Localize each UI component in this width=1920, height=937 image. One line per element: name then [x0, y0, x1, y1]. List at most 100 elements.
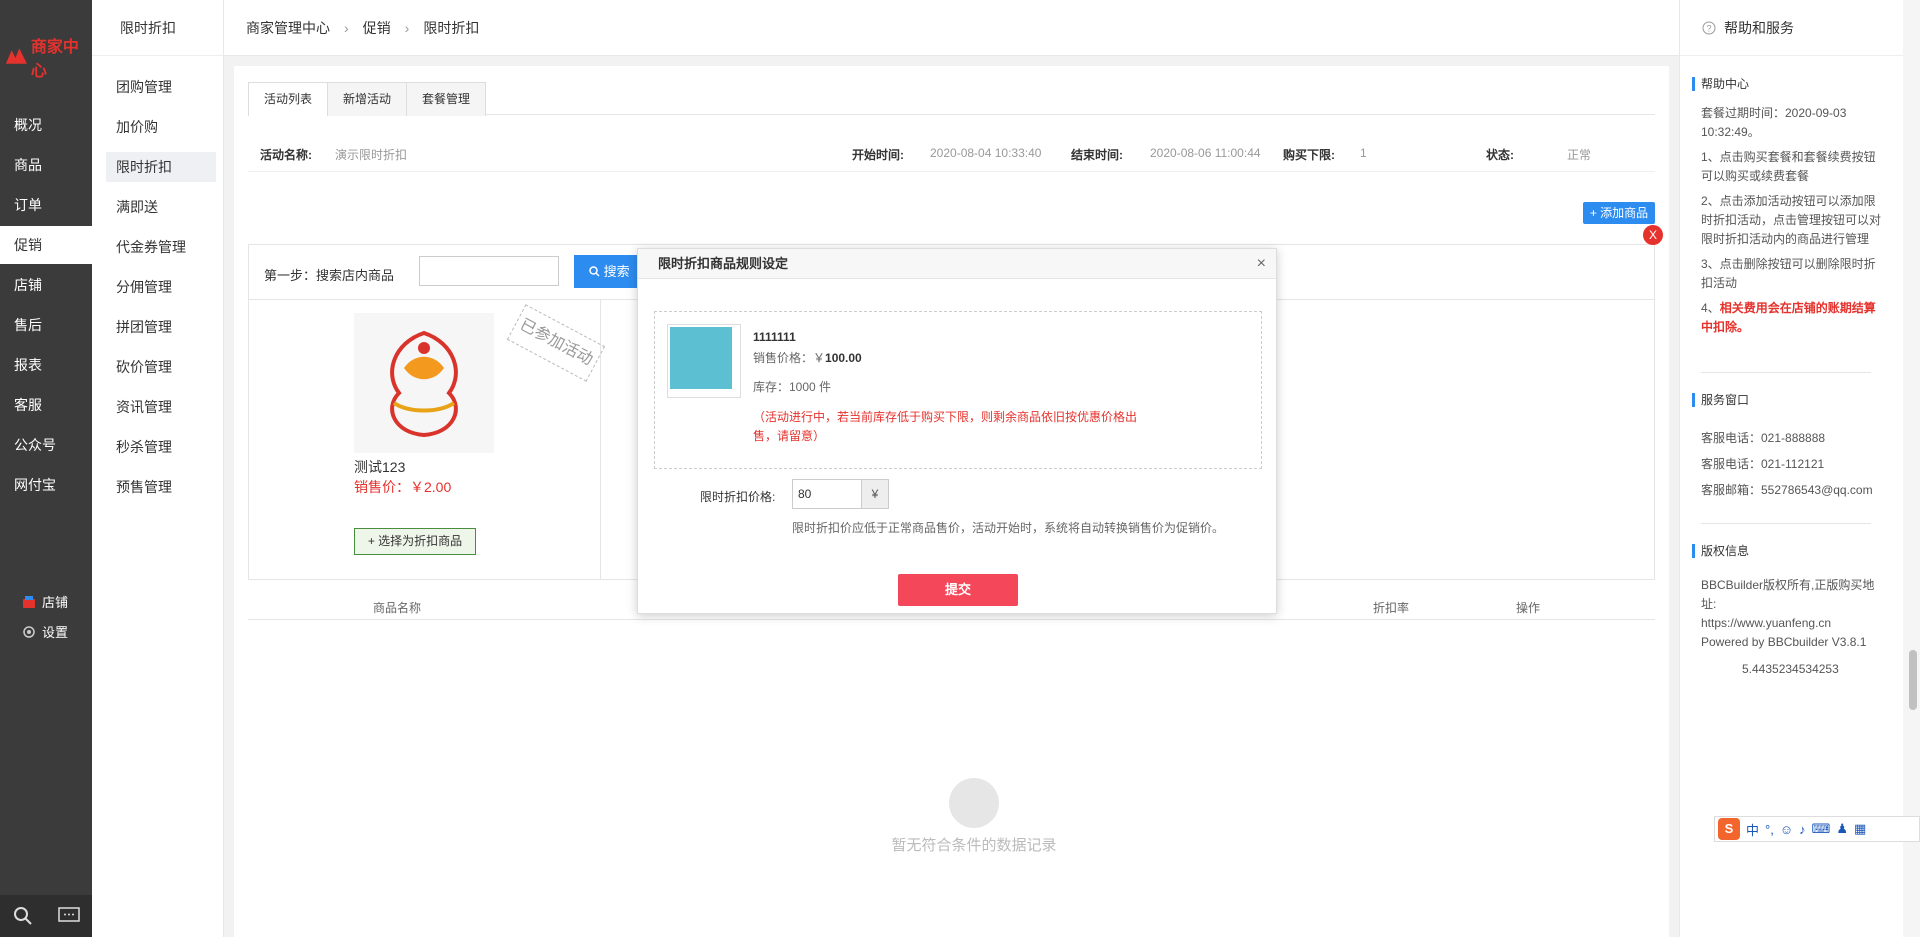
help-header-title: 帮助和服务 — [1724, 19, 1794, 36]
nav-aftersale[interactable]: 售后 — [0, 306, 92, 344]
sidebar-settings-link[interactable]: 设置 — [22, 622, 68, 641]
emoji-icon[interactable]: ☺ — [1780, 822, 1793, 837]
help-line: 3、点击删除按钮可以删除限时折扣活动 — [1701, 257, 1876, 290]
microphone-icon[interactable]: ♪ — [1799, 822, 1806, 837]
nav-goods[interactable]: 商品 — [0, 146, 92, 184]
help-line-fee: 4、相关费用会在店铺的账期结算中扣除。 — [1692, 299, 1882, 337]
modal-close-button[interactable]: × — [1257, 255, 1266, 273]
nav-customer-service[interactable]: 客服 — [0, 386, 92, 424]
subnav-news[interactable]: 资讯管理 — [106, 392, 216, 422]
product-image — [667, 324, 741, 398]
close-badge[interactable]: X — [1643, 225, 1663, 245]
product-image-fill — [670, 327, 732, 389]
start-time-label: 开始时间: — [852, 148, 904, 162]
subnav-presale[interactable]: 预售管理 — [106, 472, 216, 502]
help-center-title: 帮助中心 — [1692, 77, 1882, 91]
help-line: 1、点击购买套餐和套餐续费按钮可以购买或续费套餐 — [1701, 150, 1876, 183]
breadcrumb-merchant-center[interactable]: 商家管理中心 — [246, 18, 330, 38]
end-time-value: 2020-08-06 11:00:44 — [1150, 146, 1261, 160]
subnav-voucher[interactable]: 代金券管理 — [106, 232, 216, 262]
version-number: 5.4435234534253 — [1742, 662, 1839, 676]
sidebar-bottom-bar — [0, 895, 92, 937]
skin-icon[interactable]: ♟ — [1836, 821, 1848, 837]
search-icon — [589, 266, 600, 277]
nav-reports[interactable]: 报表 — [0, 346, 92, 384]
sub-navigation: 限时折扣 团购管理 加价购 限时折扣 满即送 代金券管理 分佣管理 拼团管理 砍… — [92, 0, 224, 937]
discount-price-input[interactable]: 80 — [792, 479, 862, 509]
subnav-commission[interactable]: 分佣管理 — [106, 272, 216, 302]
nav-orders[interactable]: 订单 — [0, 186, 92, 224]
tab-package-manage[interactable]: 套餐管理 — [406, 82, 487, 116]
service-phone-2: 客服电话：021-112121 — [1701, 457, 1825, 471]
subnav-limited-discount[interactable]: 限时折扣 — [106, 152, 216, 182]
message-icon[interactable] — [57, 907, 80, 925]
subnav-group-deal[interactable]: 拼团管理 — [106, 312, 216, 342]
subnav-bargain[interactable]: 砍价管理 — [106, 352, 216, 382]
nav-payment[interactable]: 网付宝 — [0, 466, 92, 504]
shop-link-label: 店铺 — [42, 595, 69, 610]
joined-activity-stamp: 已参加活动 — [506, 304, 606, 382]
question-icon: ? — [1702, 21, 1716, 34]
subnav-flash-sale[interactable]: 秒杀管理 — [106, 432, 216, 462]
empty-state-text: 暂无符合条件的数据记录 — [891, 837, 1057, 854]
activity-name-value: 演示限时折扣 — [335, 148, 408, 162]
discount-rule-modal: 限时折扣商品规则设定 × 1111111 销售价格：￥100.00 库存：100… — [637, 248, 1277, 614]
goods-search-input[interactable] — [419, 256, 559, 286]
nav-shop[interactable]: 店铺 — [0, 266, 92, 304]
breadcrumb-separator: › — [404, 19, 410, 36]
choose-discount-goods-button[interactable]: + 选择为折扣商品 — [354, 528, 476, 555]
subnav-group-buy[interactable]: 团购管理 — [106, 72, 216, 102]
nav-promotion[interactable]: 促销 — [0, 226, 92, 264]
col-actions: 操作 — [1516, 601, 1541, 615]
brand-logo[interactable]: 商家中心 — [4, 39, 92, 80]
ime-logo-icon[interactable]: S — [1718, 818, 1740, 840]
page-scrollbar[interactable] — [1903, 0, 1920, 937]
step-label: 第一步：搜索店内商品 — [264, 268, 395, 283]
main-sidebar: 商家中心 概况 商品 订单 促销 店铺 售后 报表 客服 公众号 网付宝 店铺 … — [0, 0, 92, 937]
breadcrumb-promotion[interactable]: 促销 — [363, 18, 391, 38]
ime-toolbar: S 中 °, ☺ ♪ ⌨ ♟ ▦ — [1714, 816, 1920, 842]
add-goods-button[interactable]: + 添加商品 — [1583, 202, 1655, 224]
phoenix-image — [390, 330, 458, 438]
service-section: 服务窗口 客服电话：021-888888 客服电话：021-112121 客服邮… — [1692, 393, 1882, 503]
status-label: 状态: — [1486, 148, 1514, 162]
search-button[interactable]: 搜索 — [574, 255, 644, 288]
stock-warning: （活动进行中，若当前库存低于购买下限，则剩余商品依旧按优惠价格出售，请留意） — [753, 410, 1138, 443]
search-button-label: 搜索 — [603, 264, 630, 279]
search-icon[interactable] — [13, 906, 33, 926]
product-info-box: 1111111 销售价格：￥100.00 库存：1000 件 （活动进行中，若当… — [654, 311, 1262, 469]
help-panel: ? 帮助和服务 帮助中心 套餐过期时间：2020-09-03 10:32:49。… — [1679, 0, 1903, 937]
breadcrumb-limited-discount: 限时折扣 — [423, 19, 480, 36]
help-line-fee-prefix: 4、 — [1701, 301, 1720, 315]
subnav-add-price-buy[interactable]: 加价购 — [106, 112, 216, 142]
copyright-section: 版权信息 BBCBuilder版权所有,正版购买地址: https://www.… — [1692, 544, 1882, 679]
end-time-label: 结束时间: — [1071, 148, 1123, 162]
copyright-title: 版权信息 — [1692, 544, 1882, 558]
price-unit: ¥ — [861, 479, 889, 509]
ime-mode[interactable]: 中 — [1746, 820, 1759, 839]
copyright-url[interactable]: https://www.yuanfeng.cn — [1692, 614, 1882, 633]
help-line: 2、点击添加活动按钮可以添加限时折扣活动，点击管理按钮可以对限时折扣活动内的商品… — [1701, 194, 1882, 246]
nav-wechat-account[interactable]: 公众号 — [0, 426, 92, 464]
copyright-powered: Powered by BBCbuilder V3.8.1 — [1701, 635, 1867, 649]
help-divider — [1701, 372, 1871, 373]
nav-overview[interactable]: 概况 — [0, 106, 92, 144]
subnav-full-gift[interactable]: 满即送 — [106, 192, 216, 222]
goods-card: 已参加活动 测试123 销售价：￥2.00 + 选择为折扣商品 — [249, 300, 606, 580]
tab-activity-list[interactable]: 活动列表 — [248, 82, 329, 116]
punctuation-icon[interactable]: °, — [1765, 822, 1774, 837]
toolbox-icon[interactable]: ▦ — [1854, 821, 1866, 837]
shop-icon — [23, 595, 35, 608]
col-goods-name: 商品名称 — [373, 601, 422, 615]
activity-info-row: 活动名称: 演示限时折扣 开始时间: 2020-08-04 10:33:40 结… — [248, 134, 1655, 172]
submit-button[interactable]: 提交 — [898, 574, 1018, 606]
breadcrumb-separator: › — [344, 19, 349, 36]
subnav-title: 限时折扣 — [92, 0, 223, 56]
goods-image[interactable] — [354, 313, 494, 453]
service-title: 服务窗口 — [1692, 393, 1882, 407]
keyboard-icon[interactable]: ⌨ — [1812, 821, 1831, 837]
help-header: ? 帮助和服务 — [1680, 0, 1903, 56]
sidebar-shop-link[interactable]: 店铺 — [22, 592, 68, 611]
scrollbar-thumb[interactable] — [1909, 650, 1917, 710]
tab-new-activity[interactable]: 新增活动 — [327, 82, 408, 116]
